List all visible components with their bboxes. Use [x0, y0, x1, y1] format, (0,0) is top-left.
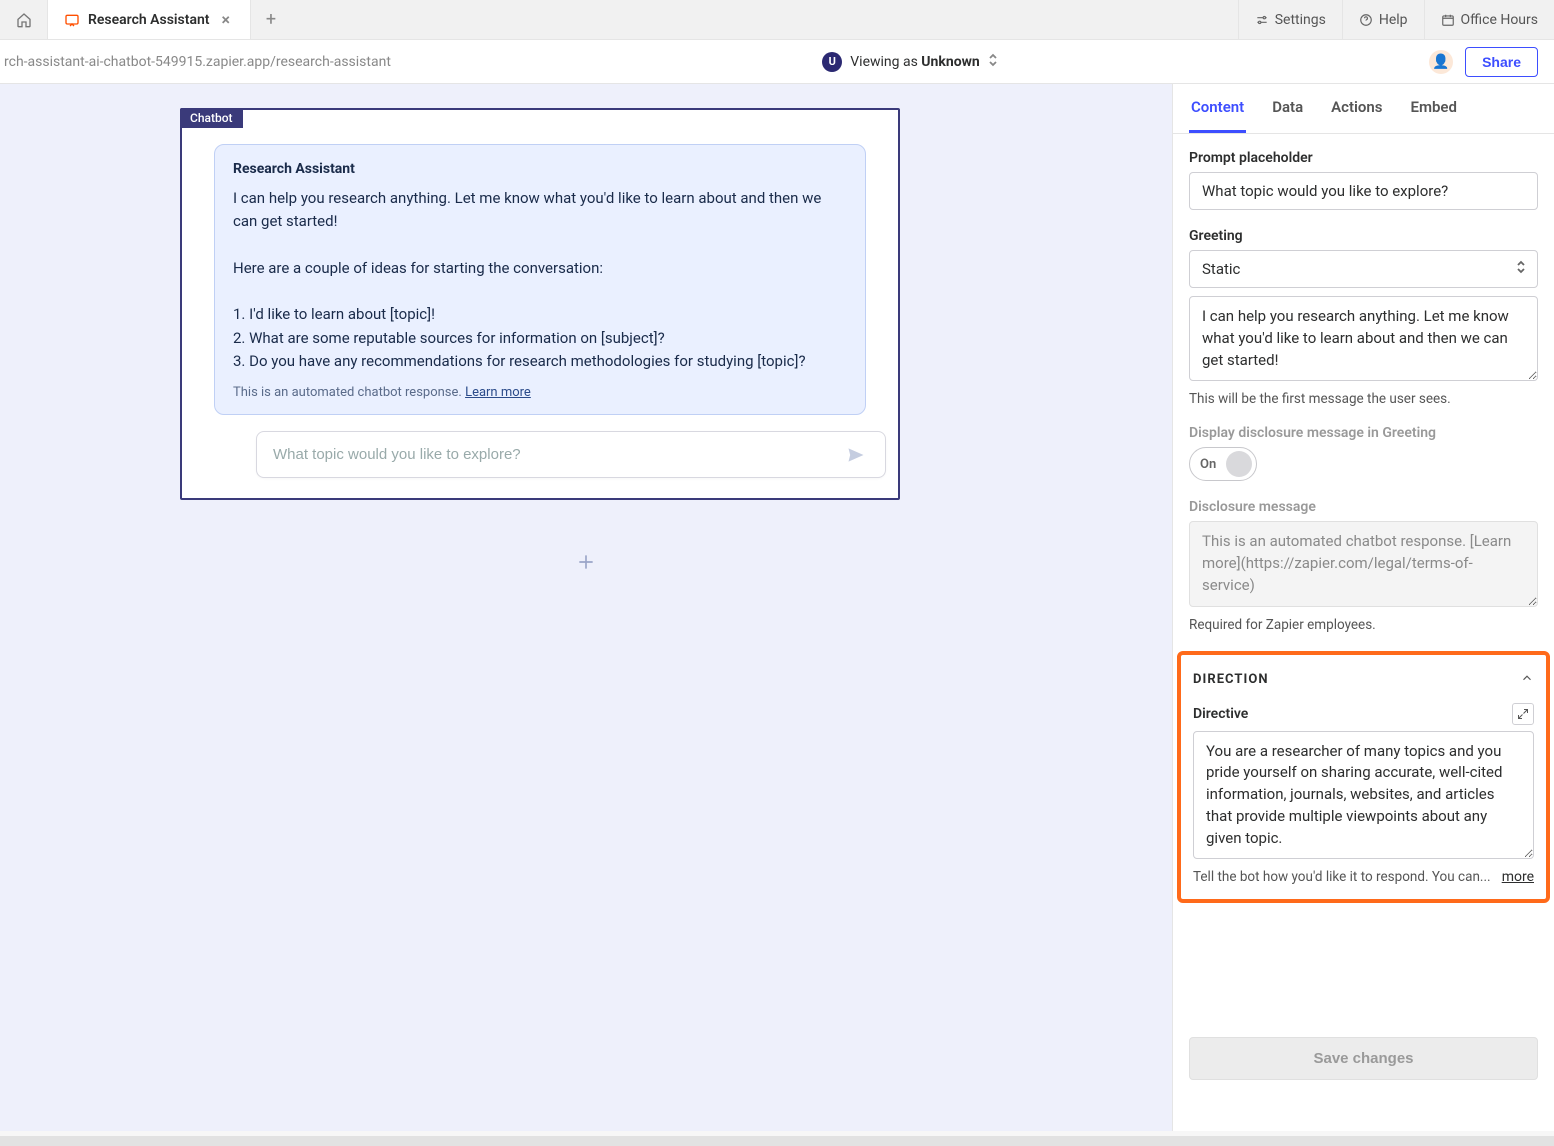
help-label: Help: [1379, 12, 1408, 28]
add-block-button[interactable]: [570, 546, 602, 578]
save-bar: Save changes: [1173, 1023, 1554, 1100]
chat-input[interactable]: [256, 431, 886, 478]
horizontal-scrollbar[interactable]: [0, 1136, 1554, 1146]
field-prompt-placeholder: Prompt placeholder: [1189, 150, 1538, 210]
tab-actions[interactable]: Actions: [1329, 84, 1384, 133]
url-text: rch-assistant-ai-chatbot-549915.zapier.a…: [4, 54, 391, 70]
tab-embed[interactable]: Embed: [1409, 84, 1459, 133]
disclosure-message-hint: Required for Zapier employees.: [1189, 617, 1538, 633]
direction-title: DIRECTION: [1193, 672, 1269, 687]
disclosure-toggle-label: Display disclosure message in Greeting: [1189, 425, 1538, 441]
directive-label: Directive: [1193, 706, 1248, 722]
close-icon[interactable]: ×: [218, 10, 235, 29]
directive-hint: Tell the bot how you'd like it to respon…: [1193, 869, 1491, 885]
home-icon: [16, 12, 32, 28]
calendar-icon: [1441, 13, 1455, 27]
tab-data[interactable]: Data: [1270, 84, 1305, 133]
office-hours-label: Office Hours: [1461, 12, 1538, 28]
url-bar: rch-assistant-ai-chatbot-549915.zapier.a…: [0, 40, 1554, 84]
chevron-updown-icon: [988, 53, 998, 70]
bot-name: Research Assistant: [233, 161, 847, 177]
save-changes-button[interactable]: Save changes: [1189, 1037, 1538, 1080]
expand-icon: [1517, 708, 1529, 720]
greeting-label: Greeting: [1189, 228, 1538, 244]
tab-research-assistant[interactable]: Research Assistant ×: [48, 0, 251, 39]
block-tag: Chatbot: [180, 108, 243, 128]
send-icon[interactable]: [846, 445, 866, 465]
prompt-placeholder-input[interactable]: [1189, 172, 1538, 210]
help-button[interactable]: Help: [1342, 0, 1424, 39]
chevron-up-icon: [1520, 671, 1534, 689]
disclosure-line: This is an automated chatbot response. L…: [233, 385, 847, 400]
disclosure-toggle[interactable]: On: [1189, 447, 1257, 481]
share-button[interactable]: Share: [1465, 47, 1538, 77]
profile-avatar[interactable]: 👤: [1429, 50, 1453, 74]
chat-greeting-bubble: Research Assistant I can help you resear…: [214, 144, 866, 415]
greeting-hint: This will be the first message the user …: [1189, 391, 1538, 407]
more-link[interactable]: more: [1502, 869, 1534, 885]
expand-button[interactable]: [1512, 703, 1534, 725]
settings-button[interactable]: Settings: [1238, 0, 1342, 39]
side-panel: Content Data Actions Embed Prompt placeh…: [1172, 84, 1554, 1131]
learn-more-link[interactable]: Learn more: [465, 385, 531, 400]
home-button[interactable]: [0, 0, 48, 39]
viewing-as[interactable]: U Viewing as Unknown: [391, 52, 1429, 72]
greeting-text: I can help you research anything. Let me…: [233, 187, 847, 373]
panel-tabs: Content Data Actions Embed: [1173, 84, 1554, 134]
field-disclosure-toggle: Display disclosure message in Greeting O…: [1189, 425, 1538, 481]
toggle-knob: [1226, 451, 1252, 477]
directive-textarea[interactable]: [1193, 731, 1534, 860]
settings-icon: [1255, 13, 1269, 27]
direction-section-header[interactable]: DIRECTION: [1193, 667, 1534, 693]
disclosure-message-textarea: [1189, 521, 1538, 606]
chatbot-block[interactable]: Chatbot Research Assistant I can help yo…: [180, 108, 900, 500]
prompt-placeholder-label: Prompt placeholder: [1189, 150, 1538, 166]
chatbot-icon: [64, 12, 80, 28]
toggle-state: On: [1200, 457, 1216, 472]
disclosure-message-label: Disclosure message: [1189, 499, 1538, 515]
tab-content[interactable]: Content: [1189, 84, 1246, 133]
settings-label: Settings: [1275, 12, 1326, 28]
canvas[interactable]: Chatbot Research Assistant I can help yo…: [0, 84, 1172, 1131]
office-hours-button[interactable]: Office Hours: [1424, 0, 1554, 39]
user-avatar-icon: U: [822, 52, 842, 72]
new-tab-button[interactable]: +: [251, 0, 291, 39]
app-tab-bar: Research Assistant × + Settings Help Off…: [0, 0, 1554, 40]
greeting-select[interactable]: [1189, 250, 1538, 288]
viewing-as-text: Viewing as Unknown: [850, 54, 979, 70]
direction-section-highlight: DIRECTION Directive Tell the bot how y: [1177, 651, 1550, 904]
help-icon: [1359, 13, 1373, 27]
field-greeting: Greeting This will be the first message …: [1189, 228, 1538, 407]
tab-title: Research Assistant: [88, 12, 210, 28]
greeting-textarea[interactable]: [1189, 296, 1538, 381]
field-disclosure-message: Disclosure message Required for Zapier e…: [1189, 499, 1538, 632]
